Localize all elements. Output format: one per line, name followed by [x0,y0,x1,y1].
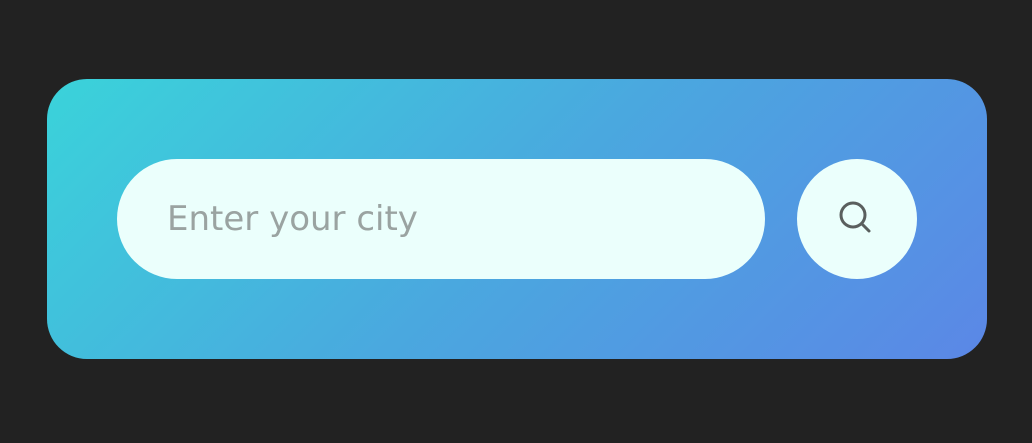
search-icon [838,200,876,238]
search-button[interactable] [797,159,917,279]
search-card [47,79,987,359]
city-search-input[interactable] [117,159,765,279]
